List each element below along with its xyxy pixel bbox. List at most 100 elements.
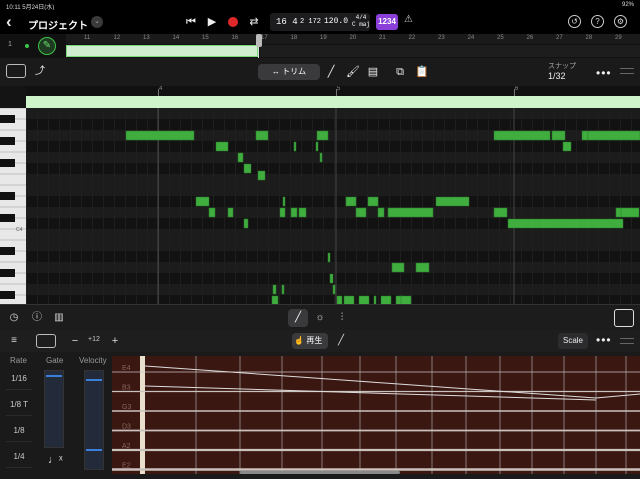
midi-note[interactable] bbox=[279, 207, 286, 218]
midi-note[interactable] bbox=[377, 207, 385, 218]
midi-note[interactable] bbox=[243, 163, 252, 174]
back-chevron-icon[interactable]: ‹ bbox=[6, 13, 12, 30]
play-icon[interactable]: ▶ bbox=[202, 13, 222, 31]
quantize-icon[interactable]: ☼ bbox=[312, 310, 328, 326]
fretboard-strings[interactable]: E4 B3 G3 D3 A2 E2 bbox=[112, 356, 640, 474]
midi-note[interactable] bbox=[257, 170, 266, 181]
velocity-slider-handle-top[interactable] bbox=[86, 379, 102, 381]
midi-note[interactable] bbox=[387, 207, 434, 218]
go-to-start-icon[interactable]: ⏮ bbox=[181, 13, 201, 31]
midi-note[interactable] bbox=[332, 284, 336, 295]
panel-more-options-icon[interactable]: ••• bbox=[596, 333, 612, 347]
octave-up-button[interactable]: + bbox=[108, 334, 122, 348]
copy-icon[interactable]: ⧉ bbox=[392, 63, 408, 81]
list-menu-icon[interactable]: ≡ bbox=[6, 333, 22, 349]
rate-option[interactable]: 1/4 bbox=[6, 446, 32, 468]
pencil-edit-icon[interactable]: ╱ bbox=[333, 333, 349, 349]
midi-note[interactable] bbox=[587, 130, 640, 141]
piano-keyboard[interactable]: C4 bbox=[0, 108, 26, 304]
settings-gear-icon[interactable]: ⚙ bbox=[614, 15, 627, 28]
midi-note[interactable] bbox=[315, 141, 319, 152]
gate-slider[interactable] bbox=[44, 370, 64, 448]
midi-note[interactable] bbox=[493, 207, 508, 218]
midi-note[interactable] bbox=[125, 130, 195, 141]
library-icon[interactable]: ◷ bbox=[6, 310, 22, 326]
midi-note[interactable] bbox=[345, 196, 357, 207]
mixer-icon[interactable]: ⫶ bbox=[334, 310, 350, 326]
midi-note[interactable] bbox=[319, 152, 323, 163]
cycle-icon[interactable]: ⇄ bbox=[244, 13, 264, 31]
midi-note[interactable] bbox=[355, 207, 367, 218]
undo-history-icon[interactable]: ↺ bbox=[568, 15, 581, 28]
snap-value-dropdown[interactable]: 1/32 bbox=[548, 71, 566, 81]
arpeggiator-panel-button[interactable] bbox=[36, 334, 56, 348]
guitar-track-icon[interactable]: ✎ bbox=[38, 37, 56, 55]
inspector-toggle-button[interactable] bbox=[6, 64, 26, 78]
midi-note[interactable] bbox=[272, 284, 277, 295]
octave-down-button[interactable]: − bbox=[68, 334, 82, 348]
midi-note[interactable] bbox=[281, 284, 285, 295]
note-grid[interactable] bbox=[26, 108, 640, 304]
velocity-slider-handle-bottom[interactable] bbox=[86, 449, 102, 451]
midi-note[interactable] bbox=[282, 196, 286, 207]
guitar-fretboard[interactable]: E4 B3 G3 D3 A2 E2 bbox=[112, 356, 640, 474]
midi-note[interactable] bbox=[358, 295, 370, 304]
rate-option[interactable]: 1/16 bbox=[6, 368, 32, 390]
midi-note[interactable] bbox=[227, 207, 234, 218]
midi-note[interactable] bbox=[327, 252, 331, 263]
midi-note[interactable] bbox=[435, 196, 470, 207]
midi-note[interactable] bbox=[620, 207, 640, 218]
rate-option[interactable]: 1/8 T bbox=[6, 394, 32, 416]
piano-roll-region-bar[interactable] bbox=[26, 96, 640, 108]
pencil-mode-button[interactable]: ╱ bbox=[288, 309, 308, 327]
more-options-icon[interactable]: ••• bbox=[596, 66, 612, 80]
brush-tool-icon[interactable]: 🖌 bbox=[345, 63, 361, 81]
gate-slider-handle[interactable] bbox=[46, 375, 62, 377]
midi-note[interactable] bbox=[380, 295, 392, 304]
midi-note[interactable] bbox=[271, 295, 279, 304]
midi-region[interactable] bbox=[66, 45, 258, 57]
midi-note[interactable] bbox=[581, 130, 589, 141]
velocity-slider[interactable] bbox=[84, 370, 104, 470]
project-title[interactable]: プロジェクト bbox=[28, 17, 88, 32]
lcd-display[interactable]: 16 4 2 172 120.0 4/4 C maj bbox=[270, 13, 370, 31]
midi-note[interactable] bbox=[415, 262, 430, 273]
midi-note[interactable] bbox=[493, 130, 551, 141]
midi-note[interactable] bbox=[391, 262, 405, 273]
note-length-icon[interactable]: ♩ˣ bbox=[48, 454, 63, 466]
info-icon[interactable]: ⓘ bbox=[29, 310, 45, 326]
midi-note[interactable] bbox=[507, 218, 624, 229]
keyboard-toggle-button[interactable] bbox=[614, 309, 634, 327]
midi-note[interactable] bbox=[336, 295, 343, 304]
paste-icon[interactable]: 📋 bbox=[414, 63, 430, 81]
project-menu-chevron-icon[interactable]: ⌄ bbox=[91, 16, 103, 28]
metronome-icon[interactable]: ⚠ bbox=[404, 14, 413, 25]
playhead-handle[interactable] bbox=[256, 34, 262, 47]
midi-note[interactable] bbox=[367, 196, 379, 207]
midi-note[interactable] bbox=[562, 141, 572, 152]
midi-note[interactable] bbox=[343, 295, 355, 304]
sidebar-icon[interactable]: ▥ bbox=[51, 310, 67, 326]
trim-tool-button[interactable]: ↔ トリム bbox=[258, 64, 320, 80]
midi-note[interactable] bbox=[316, 130, 329, 141]
midi-note[interactable] bbox=[551, 130, 566, 141]
help-icon[interactable]: ? bbox=[591, 15, 604, 28]
automation-curve-icon[interactable]: ⤴ bbox=[32, 63, 48, 81]
track-empty-area[interactable] bbox=[260, 45, 640, 57]
midi-note[interactable] bbox=[329, 273, 334, 284]
midi-note[interactable] bbox=[243, 218, 249, 229]
record-button[interactable] bbox=[223, 13, 243, 31]
scale-button[interactable]: Scale bbox=[558, 333, 588, 349]
midi-note[interactable] bbox=[195, 196, 210, 207]
midi-note[interactable] bbox=[400, 295, 412, 304]
track-ruler[interactable]: 1112131415161718192021222324252627282930 bbox=[66, 34, 640, 44]
velocity-tool-icon[interactable]: ▤ bbox=[365, 63, 381, 81]
midi-note[interactable] bbox=[298, 207, 307, 218]
midi-note[interactable] bbox=[290, 207, 298, 218]
midi-note[interactable] bbox=[293, 141, 297, 152]
play-mode-button[interactable]: ☝ 再生 bbox=[292, 333, 328, 349]
midi-note[interactable] bbox=[255, 130, 269, 141]
midi-note[interactable] bbox=[237, 152, 244, 163]
piano-roll-ruler[interactable]: 4 5 6 bbox=[26, 86, 640, 96]
midi-note[interactable] bbox=[373, 295, 377, 304]
